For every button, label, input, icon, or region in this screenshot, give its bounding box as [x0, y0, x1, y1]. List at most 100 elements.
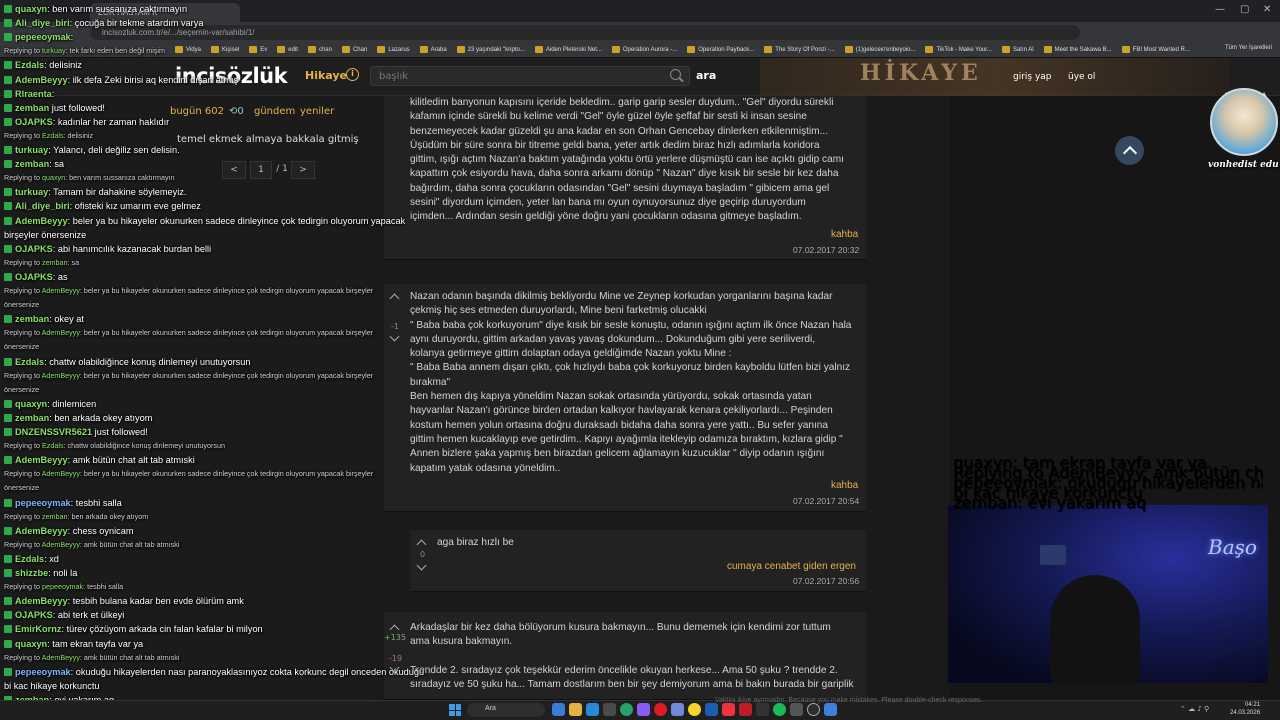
signup-link[interactable]: üye ol [1068, 72, 1095, 82]
search-icon[interactable] [670, 69, 681, 80]
all-bookmarks-link[interactable]: Tüm Yer İşaretleri [1225, 45, 1272, 51]
reply-username[interactable]: Ezdals [42, 441, 64, 450]
reply-username[interactable]: quaxyn [42, 173, 65, 182]
chat-username[interactable]: Rlraenta [15, 89, 52, 99]
obs-icon[interactable] [739, 703, 752, 716]
chat-username[interactable]: pepeeoymak [15, 667, 71, 677]
reply-username[interactable]: AdemBeyyy [42, 328, 80, 337]
entry-line: Arkadaşlar bir kez daha bölüyorum kusura… [410, 622, 831, 633]
chat-username[interactable]: quaxyn [15, 399, 47, 409]
reply-username[interactable]: zemban [42, 258, 68, 267]
taskbar-search[interactable]: Ara [467, 703, 545, 717]
login-link[interactable]: giriş yap [1013, 72, 1052, 82]
chat-username[interactable]: EmirKornz [15, 624, 61, 634]
chat-username[interactable]: pepeeoymak [15, 32, 71, 42]
chat-username[interactable]: turkuay [15, 145, 48, 155]
reply-username[interactable]: AdemBeyyy [42, 469, 80, 478]
bookmark-item[interactable]: 23 yaşındaki "kripto... [456, 46, 525, 53]
taskbar-app-icon[interactable] [824, 703, 837, 716]
reply-username[interactable]: AdemBeyyy [42, 540, 80, 549]
entry-line: kolanya getirmeye gittim dolaptan odaya … [410, 348, 732, 360]
bookmark-item[interactable]: TikTok - Make Your... [925, 46, 992, 53]
chat-username[interactable]: Ali_diye_biri [15, 18, 70, 28]
reply-username[interactable]: pepeeoymak [42, 582, 83, 591]
chat-username[interactable]: OJAPKS [15, 244, 53, 254]
chrome-icon[interactable] [688, 703, 701, 716]
chat-username[interactable]: zemban [15, 314, 49, 324]
entry-author[interactable]: kahba [831, 229, 858, 240]
bookmark-item[interactable]: Meet the Sakawa B... [1043, 46, 1112, 53]
scroll-to-top-button[interactable] [1115, 136, 1144, 165]
taskbar-app-icon[interactable] [790, 703, 803, 716]
chat-username[interactable]: OJAPKS [15, 117, 53, 127]
taskbar-app-icon[interactable] [807, 703, 820, 716]
bookmark-item[interactable]: Aiden Pleterski Net... [534, 46, 602, 53]
chat-username[interactable]: Ali_diye_biri [15, 201, 70, 211]
system-tray-icons[interactable]: ⌃ ☁ ♪ ⚲ [1180, 705, 1209, 713]
chat-username[interactable]: Ezdals [15, 357, 44, 367]
minimize-icon[interactable]: — [1215, 4, 1225, 15]
chat-username[interactable]: OJAPKS [15, 610, 53, 620]
bookmark-item[interactable]: Operation Payback... [687, 46, 754, 53]
reply-username[interactable]: AdemBeyyy [42, 653, 80, 662]
bookmark-item[interactable]: (1)geleceктenbeyoio... [844, 46, 915, 53]
chat-text: : noli la [48, 568, 78, 578]
bookmark-item[interactable]: Operation Aurora -... [611, 46, 677, 53]
file-explorer-icon[interactable] [569, 703, 582, 716]
chat-text: : tam ekran tayfa var ya [47, 638, 144, 649]
chat-continuation: önersenize [4, 384, 40, 394]
taskbar-app-icon[interactable] [756, 703, 769, 716]
mod-badge-icon [4, 611, 12, 620]
spotify-icon[interactable] [773, 703, 786, 716]
taskbar-app-icon[interactable] [637, 703, 650, 716]
windows-start-icon[interactable] [449, 704, 461, 716]
entry-author[interactable]: kahba [831, 480, 858, 491]
chat-username[interactable]: zemban [15, 413, 49, 423]
maximize-icon[interactable]: ▢ [1240, 4, 1249, 15]
chat-message: pepeeoymak: okuduğu hikayelerden nası pa… [4, 667, 424, 677]
taskbar-app-icon[interactable] [620, 703, 633, 716]
mod-badge-icon [4, 625, 12, 634]
entry-line: Ben hemen dış kapıya yöneldim Nazan soka… [410, 391, 812, 403]
chat-username[interactable]: quaxyn [15, 639, 47, 649]
bookmark-item[interactable]: The Story Of Ponzi -... [764, 46, 835, 53]
chat-username[interactable]: zemban [953, 493, 1017, 512]
chat-username[interactable]: Ezdals [15, 60, 44, 70]
reply-username[interactable]: zemban [42, 512, 68, 521]
chat-username[interactable]: quaxyn [15, 4, 47, 14]
chat-username[interactable]: AdemBeyyy [15, 526, 68, 536]
entry-date[interactable]: 07.02.2017 20:32 [793, 245, 859, 255]
bookmark-item[interactable]: FBI Most Wanted R... [1121, 46, 1190, 53]
chat-username[interactable]: AdemBeyyy [15, 216, 68, 226]
taskbar-app-icon[interactable] [722, 703, 735, 716]
chat-username[interactable]: OJAPKS [15, 272, 53, 282]
bookmark-item[interactable]: Satın Al [1001, 46, 1034, 53]
close-icon[interactable]: ✕ [1263, 4, 1271, 15]
taskbar-app-icon[interactable] [654, 703, 667, 716]
reply-username[interactable]: turkuay [42, 46, 66, 55]
chat-username[interactable]: pepeeoymak [15, 498, 71, 508]
taskbar-app-icon[interactable] [705, 703, 718, 716]
chat-username[interactable]: shizzbe [15, 568, 48, 578]
reply-username[interactable]: Ezdals [42, 131, 64, 140]
chat-username[interactable]: zemban [15, 159, 49, 169]
chat-username[interactable]: AdemBeyyy [15, 455, 68, 465]
chat-username[interactable]: zemban [15, 103, 49, 113]
chat-username[interactable]: AdemBeyyy [15, 596, 68, 606]
entry-author[interactable]: cumaya cenabet giden ergen [727, 561, 856, 572]
chat-username[interactable]: AdemBeyyy [15, 75, 68, 85]
chat-message: DNZENSSVR5621 just followed! [4, 427, 148, 437]
entry-date[interactable]: 07.02.2017 20:54 [793, 496, 859, 506]
chat-username[interactable]: DNZENSSVR5621 [15, 427, 92, 437]
taskbar-app-icon[interactable] [603, 703, 616, 716]
taskbar-app-icon[interactable] [586, 703, 599, 716]
reply-username[interactable]: AdemBeyyy [42, 371, 80, 380]
discord-icon[interactable] [671, 703, 684, 716]
taskbar-clock[interactable]: 04:21 24.03.2026 [1230, 701, 1260, 717]
chat-username[interactable]: turkuay [15, 187, 48, 197]
search-button[interactable]: ara [696, 69, 716, 82]
reply-username[interactable]: AdemBeyyy [42, 286, 80, 295]
entry-date[interactable]: 07.02.2017 20:56 [793, 576, 859, 586]
taskbar-app-icon[interactable] [552, 703, 565, 716]
chat-username[interactable]: Ezdals [15, 554, 44, 564]
